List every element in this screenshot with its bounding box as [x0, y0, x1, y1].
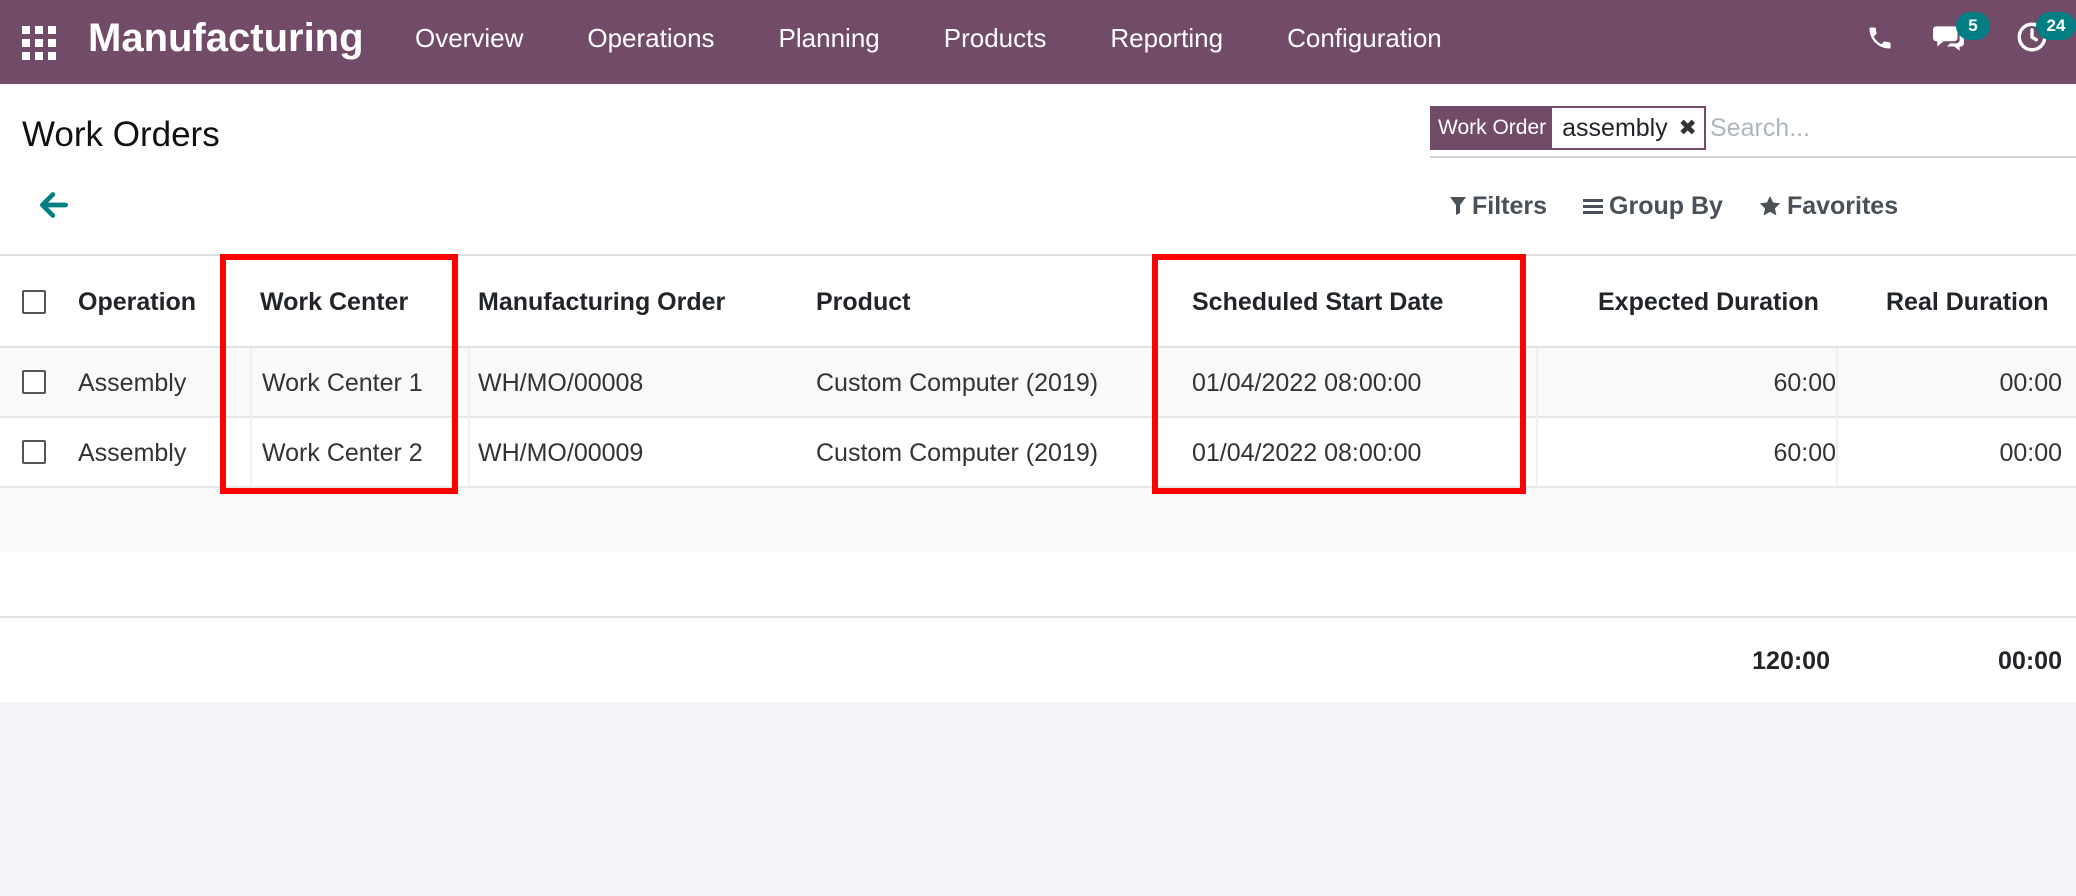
row-checkbox[interactable]: [22, 370, 46, 394]
table-row[interactable]: Assembly Work Center 1 WH/MO/00008 Custo…: [0, 348, 2076, 418]
facet-label: Work Order: [1432, 108, 1553, 148]
column-header-work-center[interactable]: Work Center: [260, 287, 408, 317]
search-input[interactable]: [1710, 108, 2070, 148]
menu-planning[interactable]: Planning: [779, 0, 880, 76]
menu-overview[interactable]: Overview: [415, 0, 523, 76]
search-bar: Work Order assembly ✖: [1430, 104, 2076, 158]
star-icon: [1759, 196, 1781, 216]
total-expected-duration: 120:00: [1752, 647, 1830, 675]
group-by-button[interactable]: Group By: [1583, 192, 1723, 221]
page-title: Work Orders: [22, 115, 220, 154]
cell-operation: Assembly: [78, 439, 187, 467]
chat-count-badge: 5: [1956, 12, 1990, 40]
group-by-icon: [1583, 199, 1604, 214]
control-panel: Work Orders Work Order assembly ✖ Filter…: [0, 84, 2076, 256]
column-divider: [1536, 348, 1538, 486]
table-footer-totals: 120:00 00:00: [0, 616, 2076, 702]
search-facet: Work Order assembly ✖: [1430, 106, 1706, 150]
phone-icon[interactable]: [1866, 24, 1894, 52]
apps-menu-icon[interactable]: [22, 26, 56, 60]
column-header-real-duration[interactable]: Real Duration: [1886, 287, 2049, 317]
favorites-button[interactable]: Favorites: [1759, 192, 1898, 221]
table-row[interactable]: Assembly Work Center 2 WH/MO/00009 Custo…: [0, 418, 2076, 488]
menu-operations[interactable]: Operations: [587, 0, 714, 76]
column-divider: [468, 348, 470, 486]
select-all-checkbox[interactable]: [22, 290, 46, 314]
filter-icon: [1450, 197, 1466, 215]
cell-scheduled-start-date: 01/04/2022 08:00:00: [1192, 369, 1422, 397]
favorites-label: Favorites: [1786, 191, 1899, 220]
group-by-label: Group By: [1609, 191, 1723, 220]
cell-manufacturing-order: WH/MO/00009: [478, 439, 644, 467]
column-header-operation[interactable]: Operation: [78, 287, 196, 317]
empty-row: [0, 488, 2076, 554]
app-name[interactable]: Manufacturing: [88, 14, 364, 62]
top-navbar: Manufacturing Overview Operations Planni…: [0, 0, 2076, 84]
activity-count-badge: 24: [2036, 12, 2076, 40]
cell-work-center: Work Center 1: [262, 369, 423, 397]
back-arrow-icon[interactable]: [40, 192, 68, 218]
menu-products[interactable]: Products: [944, 0, 1047, 76]
cell-expected-duration: 60:00: [1773, 369, 1836, 397]
filters-label: Filters: [1472, 191, 1548, 220]
cell-expected-duration: 60:00: [1773, 439, 1836, 467]
row-checkbox[interactable]: [22, 440, 46, 464]
search-options: Filters Group By Favorites: [1450, 188, 1934, 224]
main-menu: Overview Operations Planning Products Re…: [415, 0, 1506, 76]
cell-operation: Assembly: [78, 369, 187, 397]
work-orders-table: Operation Work Center Manufacturing Orde…: [0, 256, 2076, 702]
cell-scheduled-start-date: 01/04/2022 08:00:00: [1192, 439, 1422, 467]
empty-row: [0, 552, 2076, 618]
menu-reporting[interactable]: Reporting: [1110, 0, 1223, 76]
menu-configuration[interactable]: Configuration: [1287, 0, 1442, 76]
column-divider: [250, 348, 252, 486]
column-divider: [1836, 348, 1838, 486]
total-real-duration: 00:00: [1998, 647, 2062, 675]
cell-product: Custom Computer (2019): [816, 439, 1099, 467]
facet-value: assembly: [1562, 114, 1668, 142]
column-header-expected-duration[interactable]: Expected Duration: [1598, 287, 1819, 317]
table-header: Operation Work Center Manufacturing Orde…: [0, 256, 2076, 348]
filters-button[interactable]: Filters: [1450, 192, 1547, 221]
cell-real-duration: 00:00: [1999, 439, 2062, 467]
cell-product: Custom Computer (2019): [816, 369, 1099, 397]
cell-real-duration: 00:00: [1999, 369, 2062, 397]
column-header-scheduled-start-date[interactable]: Scheduled Start Date: [1192, 287, 1443, 317]
column-header-product[interactable]: Product: [816, 287, 910, 317]
column-header-manufacturing-order[interactable]: Manufacturing Order: [478, 287, 725, 317]
facet-remove-icon[interactable]: ✖: [1676, 108, 1700, 148]
cell-work-center: Work Center 2: [262, 439, 423, 467]
cell-manufacturing-order: WH/MO/00008: [478, 369, 644, 397]
